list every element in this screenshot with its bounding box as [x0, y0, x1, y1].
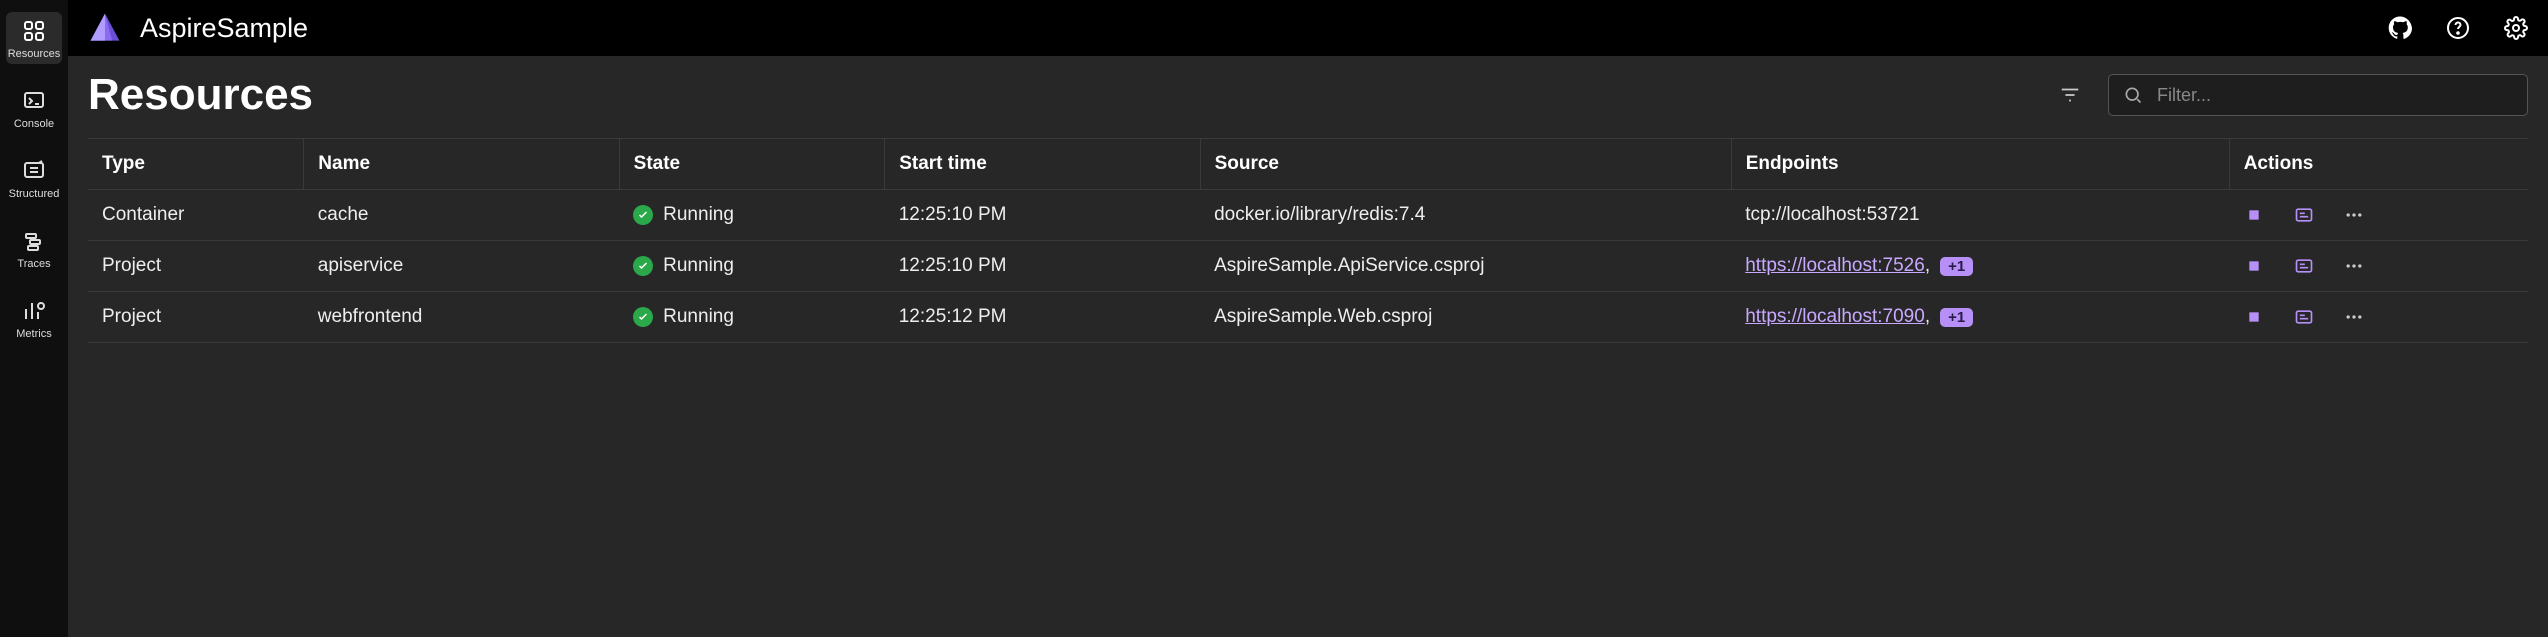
grid-icon: [21, 18, 47, 44]
metrics-icon: [21, 298, 47, 324]
sidebar-item-label: Resources: [8, 48, 61, 60]
details-button[interactable]: [2293, 255, 2315, 277]
cell-type: Container: [88, 190, 304, 241]
filter-icon[interactable]: [2056, 81, 2084, 109]
cell-start-time: 12:25:12 PM: [885, 292, 1200, 343]
cell-source: docker.io/library/redis:7.4: [1200, 190, 1731, 241]
cell-start-time: 12:25:10 PM: [885, 190, 1200, 241]
console-icon: [21, 88, 47, 114]
search-icon: [2123, 85, 2143, 105]
sidebar-item-resources[interactable]: Resources: [6, 12, 62, 64]
resources-table: Type Name State Start time Source Endpoi…: [88, 138, 2528, 343]
app-logo-icon: [86, 9, 124, 47]
stop-button[interactable]: [2243, 204, 2265, 226]
cell-name: webfrontend: [304, 292, 619, 343]
cell-name: cache: [304, 190, 619, 241]
structured-icon: [21, 158, 47, 184]
github-icon[interactable]: [2386, 14, 2414, 42]
table-row[interactable]: Project apiservice Running 12:25:10 PM A…: [88, 241, 2528, 292]
cell-state: Running: [633, 255, 871, 277]
cell-endpoints: https://localhost:7090,+1: [1731, 292, 2229, 343]
endpoint-more-badge[interactable]: +1: [1940, 308, 1973, 327]
endpoint-link[interactable]: https://localhost:7526: [1745, 255, 1925, 276]
cell-source: AspireSample.ApiService.csproj: [1200, 241, 1731, 292]
cell-name: apiservice: [304, 241, 619, 292]
search-box[interactable]: [2108, 74, 2528, 116]
check-circle-icon: [633, 307, 653, 327]
sidebar-item-structured[interactable]: Structured: [6, 152, 62, 204]
page-title: Resources: [88, 70, 313, 120]
cell-source: AspireSample.Web.csproj: [1200, 292, 1731, 343]
cell-state: Running: [633, 306, 871, 328]
cell-type: Project: [88, 241, 304, 292]
more-actions-button[interactable]: [2343, 204, 2365, 226]
check-circle-icon: [633, 256, 653, 276]
traces-icon: [21, 228, 47, 254]
col-header-start-time[interactable]: Start time: [885, 139, 1200, 190]
check-circle-icon: [633, 205, 653, 225]
sidebar-item-metrics[interactable]: Metrics: [6, 292, 62, 344]
cell-type: Project: [88, 292, 304, 343]
gear-icon[interactable]: [2502, 14, 2530, 42]
table-row[interactable]: Container cache Running 12:25:10 PM dock…: [88, 190, 2528, 241]
cell-endpoints: https://localhost:7526,+1: [1731, 241, 2229, 292]
endpoint-link[interactable]: https://localhost:7090: [1745, 306, 1925, 327]
stop-button[interactable]: [2243, 306, 2265, 328]
search-input[interactable]: [2157, 85, 2513, 106]
cell-endpoints: tcp://localhost:53721: [1731, 190, 2229, 241]
sidebar-item-traces[interactable]: Traces: [6, 222, 62, 274]
col-header-name[interactable]: Name: [304, 139, 619, 190]
col-header-source[interactable]: Source: [1200, 139, 1731, 190]
brand-title: AspireSample: [140, 13, 308, 44]
endpoint-more-badge[interactable]: +1: [1940, 257, 1973, 276]
more-actions-button[interactable]: [2343, 306, 2365, 328]
sidebar-item-label: Structured: [9, 188, 60, 200]
cell-state: Running: [633, 204, 871, 226]
sidebar: Resources Console Structured Traces Metr…: [0, 0, 68, 637]
sidebar-item-label: Metrics: [16, 328, 51, 340]
table-row[interactable]: Project webfrontend Running 12:25:12 PM …: [88, 292, 2528, 343]
more-actions-button[interactable]: [2343, 255, 2365, 277]
help-icon[interactable]: [2444, 14, 2472, 42]
topbar: AspireSample: [68, 0, 2548, 56]
col-header-type[interactable]: Type: [88, 139, 304, 190]
col-header-actions[interactable]: Actions: [2229, 139, 2528, 190]
sidebar-item-label: Traces: [17, 258, 50, 270]
sidebar-item-console[interactable]: Console: [6, 82, 62, 134]
col-header-endpoints[interactable]: Endpoints: [1731, 139, 2229, 190]
cell-start-time: 12:25:10 PM: [885, 241, 1200, 292]
stop-button[interactable]: [2243, 255, 2265, 277]
col-header-state[interactable]: State: [619, 139, 885, 190]
endpoint-text: tcp://localhost:53721: [1745, 204, 1919, 225]
details-button[interactable]: [2293, 306, 2315, 328]
details-button[interactable]: [2293, 204, 2315, 226]
sidebar-item-label: Console: [14, 118, 54, 130]
